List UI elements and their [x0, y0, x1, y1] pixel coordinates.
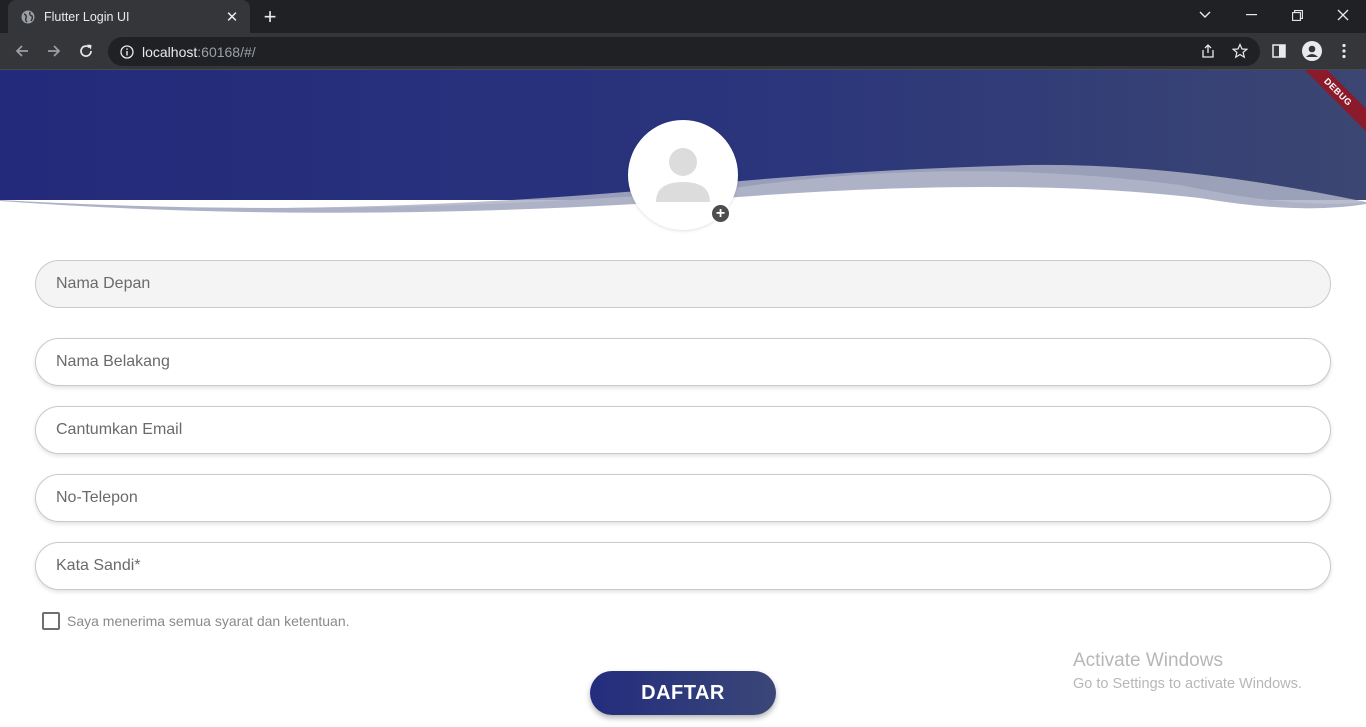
first-name-input[interactable] [56, 275, 1330, 293]
url-path: :60168/#/ [197, 43, 256, 60]
last-name-input[interactable] [56, 353, 1330, 371]
watermark-subtitle: Go to Settings to activate Windows. [1073, 676, 1302, 692]
windows-activation-watermark: Activate Windows Go to Settings to activ… [1073, 650, 1302, 692]
tab-title: Flutter Login UI [44, 9, 130, 24]
watermark-title: Activate Windows [1073, 650, 1223, 671]
menu-icon[interactable] [1332, 39, 1356, 63]
restore-icon[interactable] [1274, 0, 1320, 30]
globe-icon [20, 9, 36, 25]
browser-toolbar: localhost:60168/#/ [0, 33, 1366, 70]
back-icon[interactable] [8, 37, 36, 65]
profile-icon[interactable] [1300, 39, 1324, 63]
minimize-icon[interactable] [1228, 0, 1274, 30]
terms-label: Saya menerima semua syarat dan ketentuan… [67, 613, 350, 629]
close-tab-icon[interactable]: ✕ [224, 9, 240, 26]
last-name-field[interactable] [35, 338, 1331, 386]
add-photo-icon[interactable]: + [710, 203, 731, 224]
side-panel-icon[interactable] [1267, 39, 1291, 63]
new-tab-icon[interactable]: + [258, 5, 282, 29]
phone-input[interactable] [56, 489, 1330, 507]
url-host: localhost [142, 43, 198, 60]
phone-field[interactable] [35, 474, 1331, 522]
email-field[interactable] [35, 406, 1331, 454]
forward-icon[interactable] [40, 37, 68, 65]
browser-tab-bar: Flutter Login UI ✕ + [0, 0, 1366, 33]
site-info-icon[interactable] [120, 44, 134, 59]
url-text: localhost:60168/#/ [142, 44, 256, 60]
bookmark-star-icon[interactable] [1228, 39, 1252, 63]
tab-search-icon[interactable] [1182, 0, 1228, 30]
browser-tab[interactable]: Flutter Login UI ✕ [8, 0, 250, 33]
password-field[interactable] [35, 542, 1331, 590]
register-button[interactable]: DAFTAR [590, 671, 776, 715]
password-input[interactable] [56, 557, 1330, 575]
app-viewport: DEBUG + Saya menerima semua syarat dan k… [0, 70, 1366, 727]
terms-checkbox[interactable] [42, 612, 60, 630]
email-input[interactable] [56, 421, 1330, 439]
first-name-field[interactable] [35, 260, 1331, 308]
share-icon[interactable] [1196, 39, 1220, 63]
terms-row: Saya menerima semua syarat dan ketentuan… [42, 612, 350, 630]
address-bar[interactable]: localhost:60168/#/ [108, 37, 1260, 66]
reload-icon[interactable] [72, 37, 100, 65]
close-window-icon[interactable] [1320, 0, 1366, 30]
